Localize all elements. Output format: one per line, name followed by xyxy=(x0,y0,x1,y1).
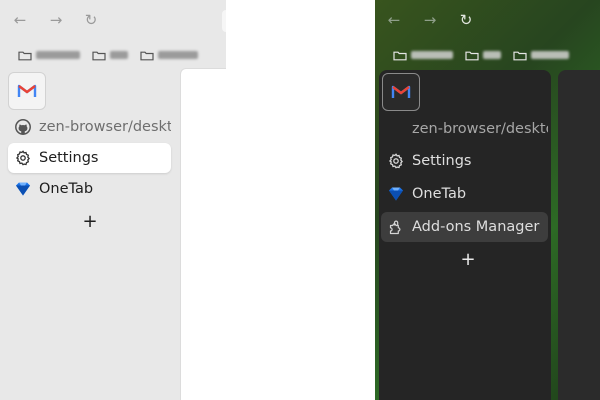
forward-arrow-icon: → xyxy=(49,10,63,29)
folder-icon xyxy=(18,51,32,60)
onetab-icon xyxy=(14,180,32,198)
forward-button[interactable]: → xyxy=(45,9,67,31)
bookmark-folder-1[interactable] xyxy=(18,50,80,61)
bookmark-label-redacted xyxy=(110,51,128,59)
gear-icon xyxy=(14,149,32,167)
tab-sidebar: zen-browser/deskto Settings OneTab Add-o… xyxy=(379,70,551,400)
bookmark-folder-3[interactable] xyxy=(513,50,569,61)
back-button[interactable]: ← xyxy=(9,9,31,31)
tab-label: OneTab xyxy=(39,181,94,197)
bookmark-folder-3[interactable] xyxy=(140,50,198,61)
tab-github-zen-browser[interactable]: zen-browser/deskto xyxy=(381,114,548,144)
essential-tab-gmail[interactable] xyxy=(382,73,420,111)
folder-icon xyxy=(513,51,527,60)
reload-icon: ↻ xyxy=(459,10,473,29)
tab-label: Settings xyxy=(412,153,472,169)
puzzle-icon xyxy=(387,218,405,236)
forward-button[interactable]: → xyxy=(419,9,441,31)
plus-icon: + xyxy=(460,248,476,270)
new-tab-button[interactable]: + xyxy=(458,248,478,270)
back-arrow-icon: ← xyxy=(13,10,27,29)
tab-settings[interactable]: Settings xyxy=(8,143,171,173)
tab-label: Settings xyxy=(39,150,99,166)
web-content-area[interactable] xyxy=(558,70,600,400)
bookmarks-toolbar xyxy=(18,44,210,66)
bookmarks-toolbar xyxy=(393,44,581,66)
web-content-area[interactable] xyxy=(180,68,226,400)
onetab-icon xyxy=(387,185,405,203)
folder-icon xyxy=(92,51,106,60)
bookmark-label-redacted xyxy=(36,51,80,59)
back-arrow-icon: ← xyxy=(387,10,401,29)
tab-add-ons-manager[interactable]: Add-ons Manager xyxy=(381,212,548,242)
bookmark-label-redacted xyxy=(411,51,453,59)
reload-icon: ↻ xyxy=(84,10,98,29)
bookmark-label-redacted xyxy=(531,51,569,59)
light-browser-window: ← → ↻ zen-browser/deskto Settings OneTab… xyxy=(0,0,226,400)
folder-icon xyxy=(140,51,154,60)
folder-icon xyxy=(465,51,479,60)
gmail-icon xyxy=(17,84,37,97)
bookmark-folder-1[interactable] xyxy=(393,50,453,61)
github-icon xyxy=(14,118,32,136)
bookmark-label-redacted xyxy=(158,51,198,59)
screenshot-root: ← → ↻ zen-browser/deskto Settings OneTab… xyxy=(0,0,600,400)
reload-button[interactable]: ↻ xyxy=(455,9,477,31)
tab-github-zen-browser[interactable]: zen-browser/deskto xyxy=(8,112,171,142)
bookmark-folder-2[interactable] xyxy=(92,50,128,61)
plus-icon: + xyxy=(82,210,98,232)
new-tab-button[interactable]: + xyxy=(80,210,100,232)
bookmark-label-redacted xyxy=(483,51,501,59)
tab-label: Add-ons Manager xyxy=(412,219,540,235)
tab-settings[interactable]: Settings xyxy=(381,146,548,176)
tab-onetab[interactable]: OneTab xyxy=(381,179,548,209)
reload-button[interactable]: ↻ xyxy=(80,9,102,31)
essential-tab-gmail[interactable] xyxy=(8,72,46,110)
tab-onetab[interactable]: OneTab xyxy=(8,174,171,204)
tab-sidebar: zen-browser/deskto Settings OneTab + xyxy=(0,68,176,400)
url-bar[interactable] xyxy=(222,10,226,32)
tab-label: OneTab xyxy=(412,186,467,202)
folder-icon xyxy=(393,51,407,60)
back-button[interactable]: ← xyxy=(383,9,405,31)
forward-arrow-icon: → xyxy=(423,10,437,29)
tab-label: zen-browser/deskto xyxy=(39,119,171,135)
navigation-bar: ← → ↻ xyxy=(0,0,226,42)
tab-label: zen-browser/deskto xyxy=(412,121,548,137)
gmail-icon xyxy=(391,85,411,98)
gear-icon xyxy=(387,152,405,170)
bookmark-folder-2[interactable] xyxy=(465,50,501,61)
dark-browser-window: ← → ↻ zen-browser/deskto Settings OneTab… xyxy=(375,0,600,400)
